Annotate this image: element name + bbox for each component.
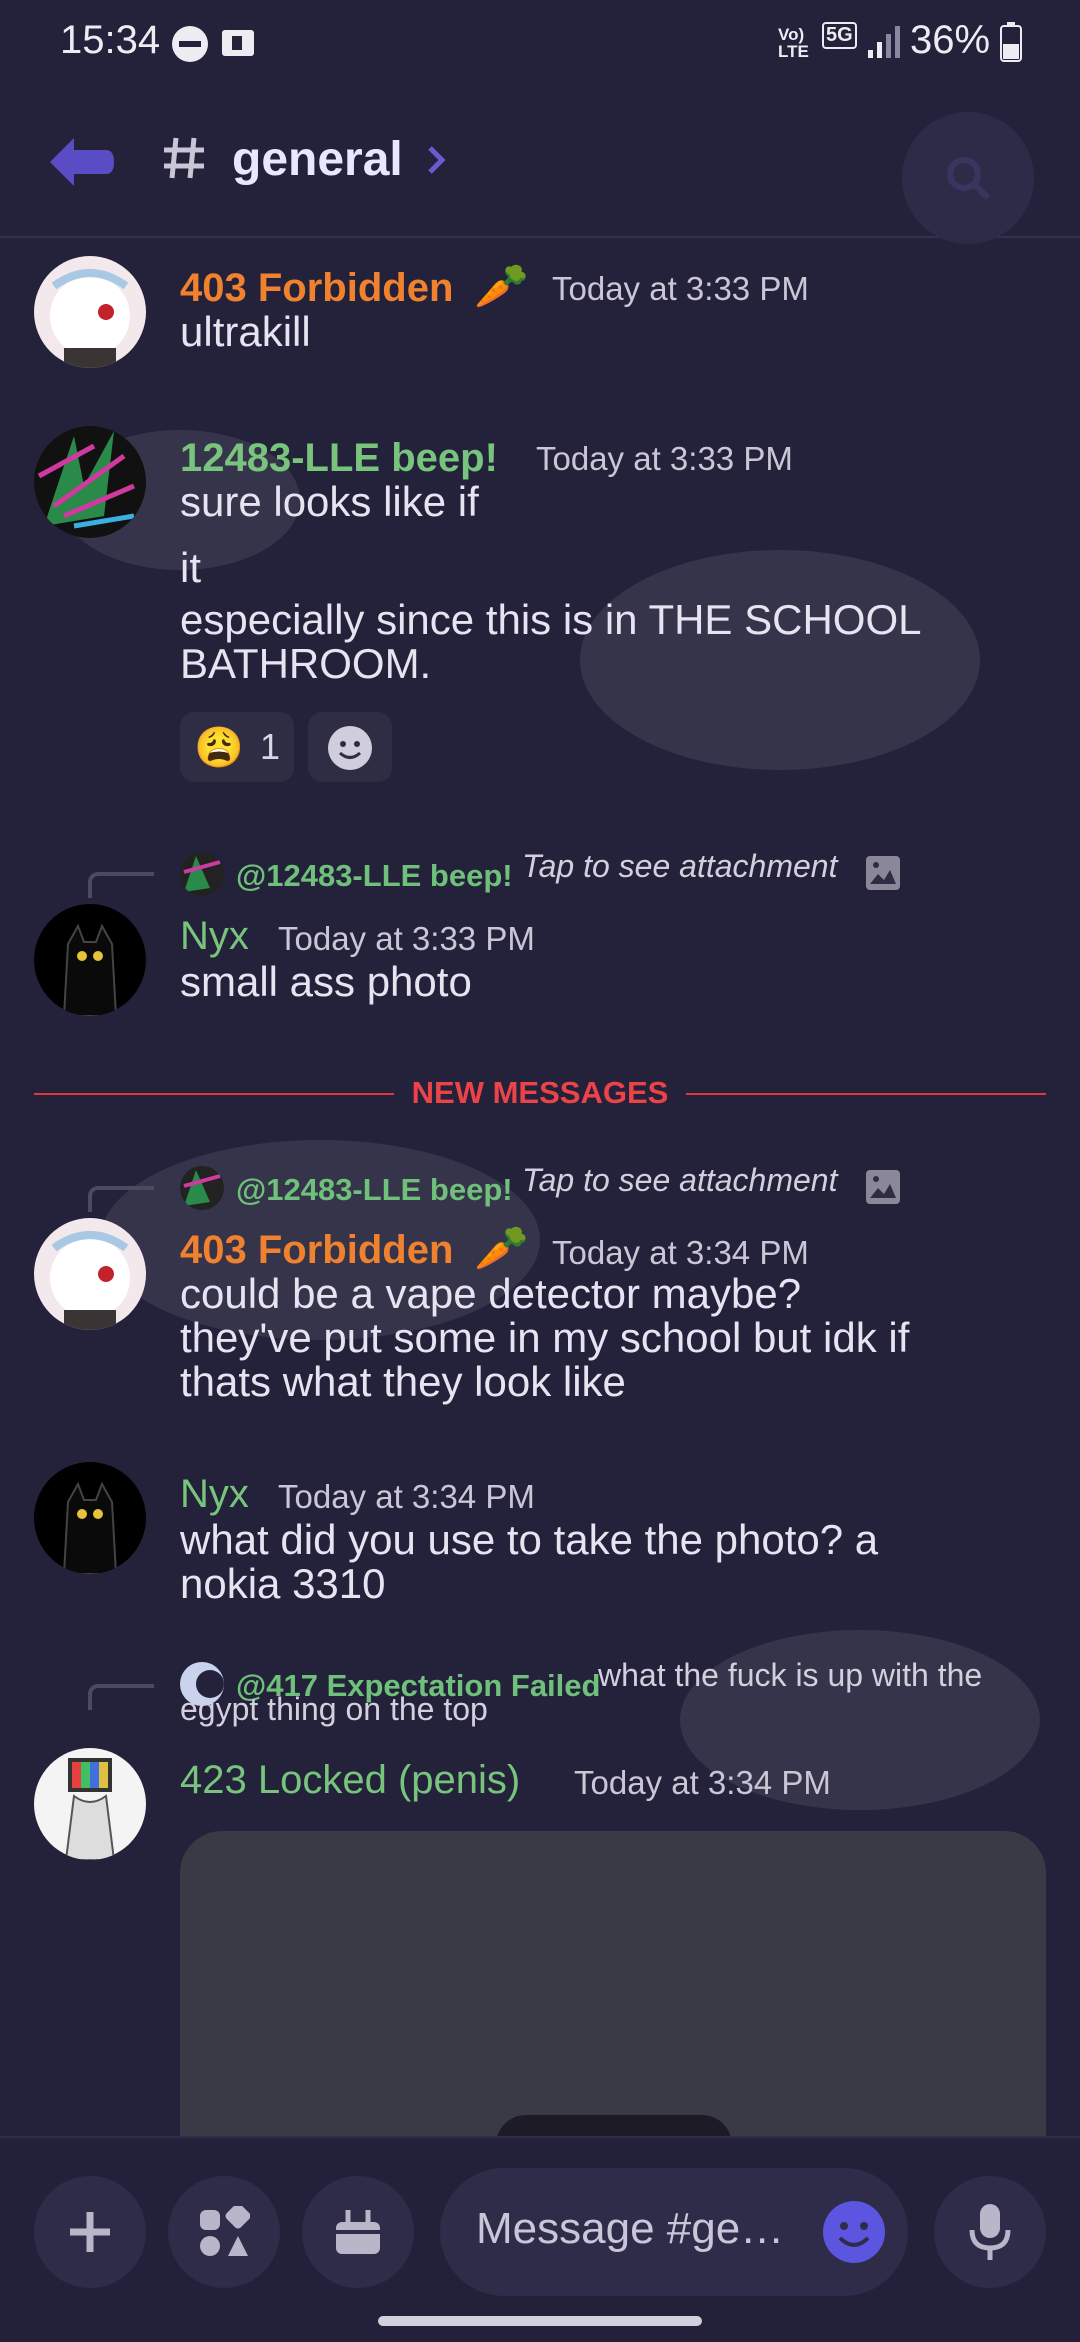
apps-button[interactable]	[168, 2176, 280, 2288]
new-messages-label: NEW MESSAGES	[411, 1075, 669, 1110]
volte-indicator: Vo) LTE	[778, 25, 809, 61]
reply-connector	[88, 1684, 154, 1710]
gift-icon	[336, 2210, 380, 2254]
gift-button[interactable]	[302, 2176, 414, 2288]
reply-connector	[88, 872, 154, 898]
image-icon	[866, 856, 900, 890]
timestamp: Today at 3:34 PM	[574, 1764, 831, 1801]
timestamp: Today at 3:34 PM	[552, 1234, 809, 1271]
chevron-right-icon[interactable]	[424, 144, 448, 176]
message-text: what did you use to take the photo? a	[180, 1516, 879, 1563]
status-time: 15:34	[60, 18, 161, 62]
signal-icon	[868, 26, 900, 58]
author-name[interactable]: 423 Locked (penis)	[180, 1758, 520, 1803]
message-text: could be a vape detector maybe?	[180, 1270, 802, 1317]
timestamp: Today at 3:33 PM	[552, 270, 809, 307]
apps-icon	[200, 2206, 250, 2256]
channel-header: general	[0, 84, 1080, 244]
message-text: small ass photo	[180, 958, 472, 1005]
add-reaction-button[interactable]	[308, 712, 392, 782]
message-text: BATHROOM.	[180, 640, 432, 687]
reply-preview[interactable]: what the fuck is up with the egypt thing…	[180, 1658, 1040, 1726]
avatar[interactable]	[34, 1462, 146, 1574]
message-text: ultrakill	[180, 308, 311, 355]
message-input[interactable]: Message #ge…	[440, 2168, 908, 2296]
hash-icon	[164, 137, 204, 179]
author-name[interactable]: Nyx	[180, 1472, 249, 1517]
message-text: thats what they look like	[180, 1358, 626, 1405]
message-text: nokia 3310	[180, 1560, 386, 1607]
back-button[interactable]	[46, 130, 118, 194]
microphone-icon	[969, 2204, 1011, 2260]
home-indicator[interactable]	[378, 2316, 702, 2326]
composer-bar: Message #ge…	[0, 2136, 1080, 2342]
timestamp: Today at 3:33 PM	[278, 920, 535, 957]
reaction-count: 1	[260, 726, 281, 767]
emoji-icon[interactable]	[822, 2200, 886, 2264]
avatar[interactable]	[34, 1218, 146, 1330]
reply-preview[interactable]: Tap to see attachment	[522, 848, 837, 885]
carrot-badge: 🥕	[474, 1224, 529, 1273]
dnd-icon	[172, 26, 208, 62]
plus-icon	[70, 2212, 110, 2252]
weary-emoji: 😩	[194, 726, 244, 770]
carrot-badge: 🥕	[474, 262, 529, 311]
battery-percent: 36%	[910, 18, 991, 62]
author-name[interactable]: 403 Forbidden	[180, 266, 453, 311]
message-text: it	[180, 544, 201, 591]
reply-author[interactable]: @12483-LLE beep!	[236, 1172, 513, 1208]
network-indicator: 5G	[822, 22, 857, 49]
message-text: especially since this is in THE SCHOOL	[180, 596, 922, 643]
reaction-button[interactable]: 😩 1	[180, 712, 294, 782]
avatar[interactable]	[34, 1748, 146, 1860]
reply-connector	[88, 1186, 154, 1212]
author-name[interactable]: Nyx	[180, 914, 249, 959]
search-button[interactable]	[902, 112, 1034, 244]
search-icon	[947, 157, 991, 201]
image-icon	[866, 1170, 900, 1204]
author-name[interactable]: 12483-LLE beep!	[180, 436, 498, 481]
message-text: sure looks like if	[180, 478, 479, 525]
avatar[interactable]	[34, 904, 146, 1016]
reply-avatar	[180, 1166, 224, 1210]
author-name[interactable]: 403 Forbidden	[180, 1228, 453, 1273]
reply-author[interactable]: @12483-LLE beep!	[236, 858, 513, 894]
channel-title[interactable]: general	[232, 132, 403, 187]
reply-preview[interactable]: Tap to see attachment	[522, 1162, 837, 1199]
new-messages-divider: NEW MESSAGES	[34, 1073, 1046, 1115]
work-profile-icon	[222, 30, 254, 56]
message-placeholder: Message #ge…	[476, 2204, 785, 2253]
message-text: they've put some in my school but idk if	[180, 1314, 910, 1361]
add-reaction-icon	[328, 726, 372, 770]
voice-button[interactable]	[934, 2176, 1046, 2288]
add-button[interactable]	[34, 2176, 146, 2288]
timestamp: Today at 3:33 PM	[536, 440, 793, 477]
timestamp: Today at 3:34 PM	[278, 1478, 535, 1515]
avatar[interactable]	[34, 426, 146, 538]
status-bar: 15:34 Vo) LTE 5G 36%	[0, 0, 1080, 84]
battery-icon	[1000, 22, 1022, 62]
reply-avatar	[180, 852, 224, 896]
avatar[interactable]	[34, 256, 146, 368]
